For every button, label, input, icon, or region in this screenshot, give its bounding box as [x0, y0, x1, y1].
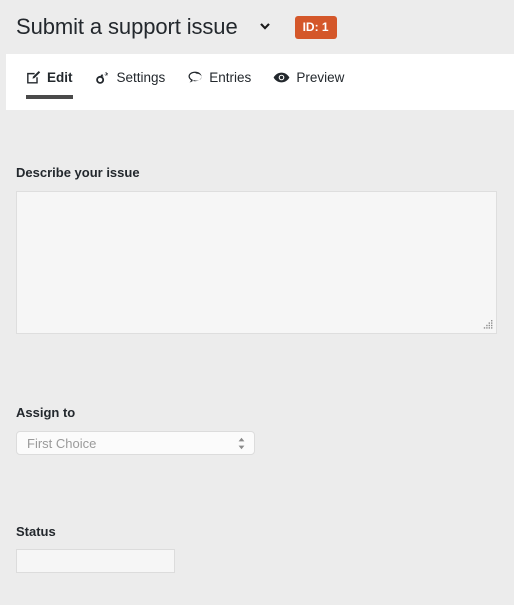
status-badge: ID: 1	[294, 15, 337, 39]
resize-handle-icon[interactable]	[482, 319, 494, 331]
status-field-label: Status	[16, 524, 56, 539]
field-assign-to: Assign to First Choice	[16, 334, 498, 455]
tab-settings[interactable]: Settings	[95, 70, 166, 99]
tab-edit-label: Edit	[47, 70, 73, 85]
speech-bubble-icon	[187, 70, 203, 85]
chevron-down-icon[interactable]	[254, 16, 276, 38]
gears-icon	[95, 70, 111, 85]
describe-textarea[interactable]	[16, 191, 497, 334]
pencil-square-icon	[26, 70, 41, 85]
stepper-arrows-icon[interactable]	[237, 436, 246, 451]
tab-preview-label: Preview	[296, 70, 345, 85]
tab-entries-label: Entries	[209, 70, 252, 85]
page-header: Submit a support issue ID: 1	[0, 0, 514, 54]
tab-settings-label: Settings	[116, 70, 166, 85]
tab-edit[interactable]: Edit	[26, 70, 73, 99]
describe-field-label: Describe your issue	[16, 165, 140, 180]
page-title: Submit a support issue	[16, 14, 238, 39]
eye-icon	[273, 71, 290, 84]
tab-entries[interactable]: Entries	[187, 70, 251, 99]
status-input[interactable]	[16, 549, 175, 573]
tab-preview[interactable]: Preview	[273, 70, 344, 99]
field-describe-your-issue: Describe your issue	[16, 110, 498, 334]
field-status: Status	[16, 455, 498, 573]
assign-field-label: Assign to	[16, 405, 76, 420]
form-editor-body: Describe your issue Assign to First Choi…	[0, 110, 514, 605]
tab-bar: Edit Settings Entries Preview	[6, 54, 514, 110]
assign-to-select[interactable]: First Choice	[16, 431, 255, 455]
assign-to-selected-value: First Choice	[27, 435, 97, 451]
